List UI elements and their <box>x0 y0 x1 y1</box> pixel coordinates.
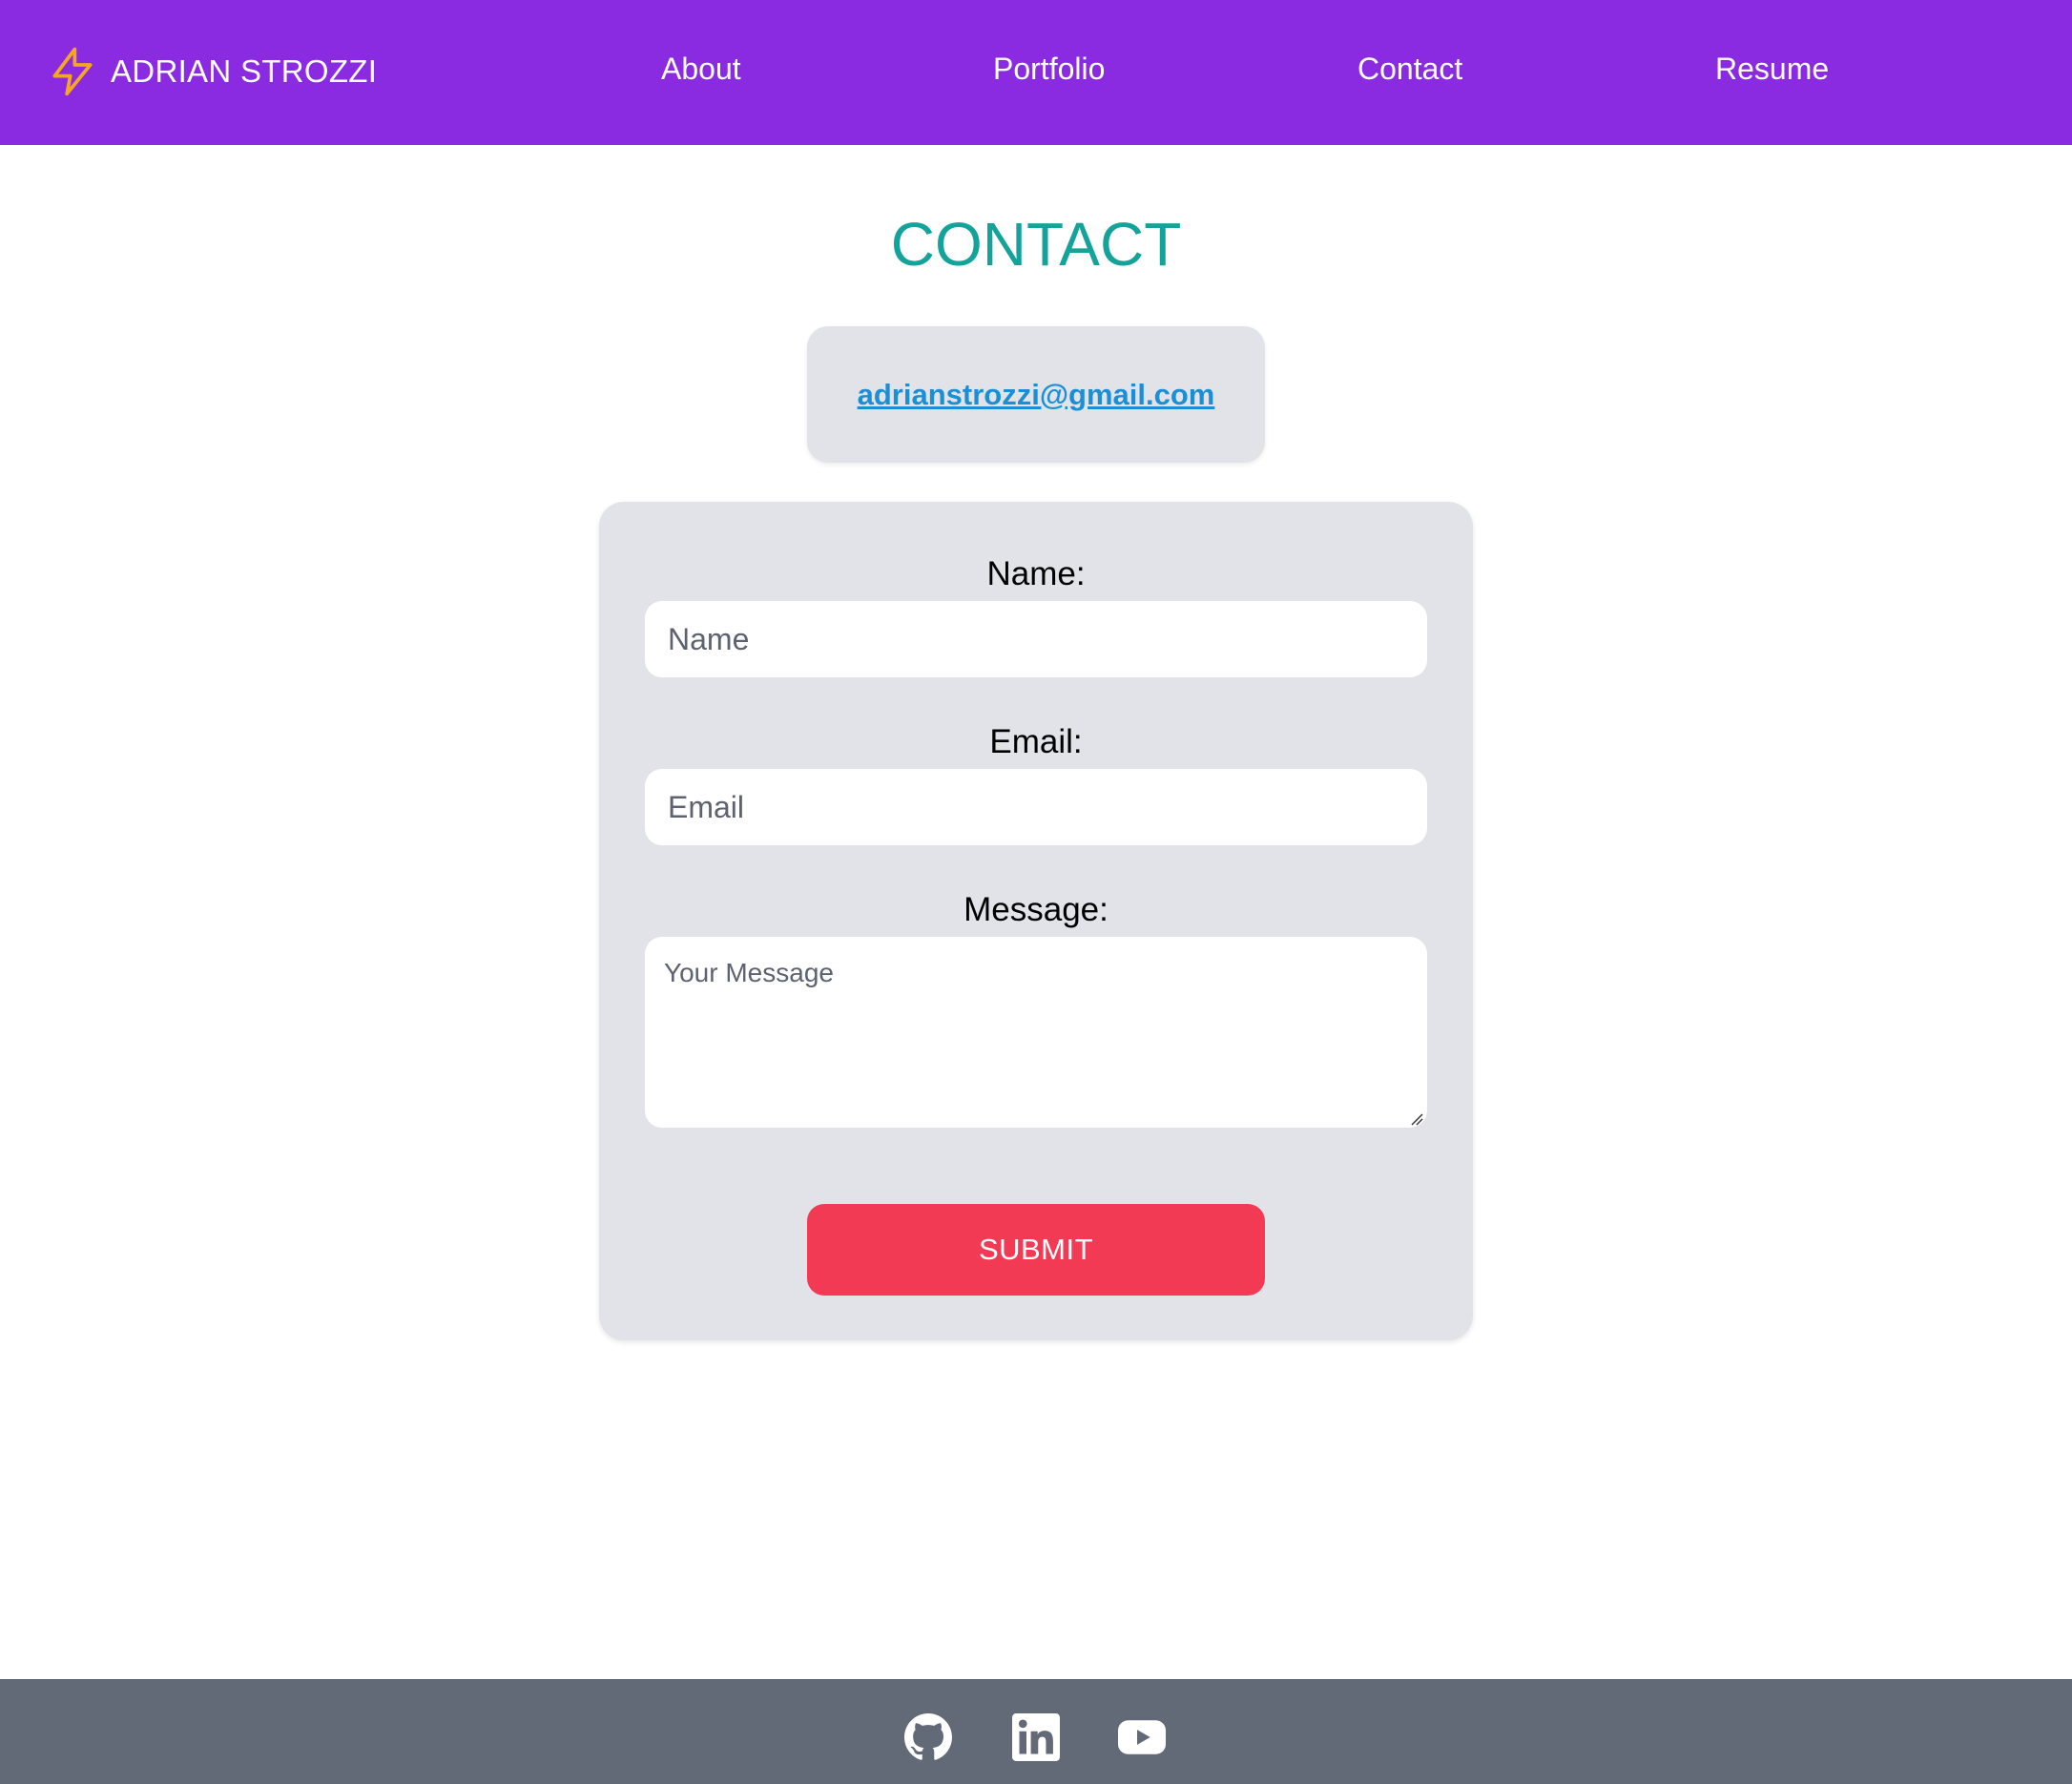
email-input[interactable] <box>645 769 1427 845</box>
github-link[interactable] <box>904 1713 952 1761</box>
nav-link-contact[interactable]: Contact <box>1357 46 1462 92</box>
message-label: Message: <box>963 891 1109 928</box>
nav-link-portfolio[interactable]: Portfolio <box>993 46 1105 92</box>
lightning-bolt-icon <box>52 47 93 96</box>
page: ADRIAN STROZZI About Portfolio Contact R… <box>0 0 2072 1784</box>
youtube-icon <box>1118 1720 1166 1754</box>
email-label: Email: <box>989 723 1083 760</box>
brand-name: ADRIAN STROZZI <box>111 53 378 89</box>
email-card: adrianstrozzi@gmail.com <box>807 326 1265 463</box>
name-label: Name: <box>986 555 1086 592</box>
nav-link-about[interactable]: About <box>661 46 741 92</box>
email-link[interactable]: adrianstrozzi@gmail.com <box>858 378 1215 412</box>
linkedin-link[interactable] <box>1012 1713 1060 1761</box>
github-icon <box>904 1713 952 1760</box>
youtube-link[interactable] <box>1118 1713 1166 1761</box>
resize-handle-icon[interactable] <box>1410 1112 1423 1126</box>
contact-form: Name: Email: Message: SUBMIT <box>599 502 1473 1340</box>
message-textarea[interactable] <box>645 937 1427 1128</box>
submit-button[interactable]: SUBMIT <box>807 1204 1265 1296</box>
linkedin-icon <box>1012 1713 1060 1761</box>
name-input[interactable] <box>645 601 1427 677</box>
nav-link-resume[interactable]: Resume <box>1715 46 1829 92</box>
brand-link[interactable]: ADRIAN STROZZI <box>46 42 377 101</box>
page-title: CONTACT <box>890 210 1182 279</box>
site-header: ADRIAN STROZZI About Portfolio Contact R… <box>0 0 2072 145</box>
